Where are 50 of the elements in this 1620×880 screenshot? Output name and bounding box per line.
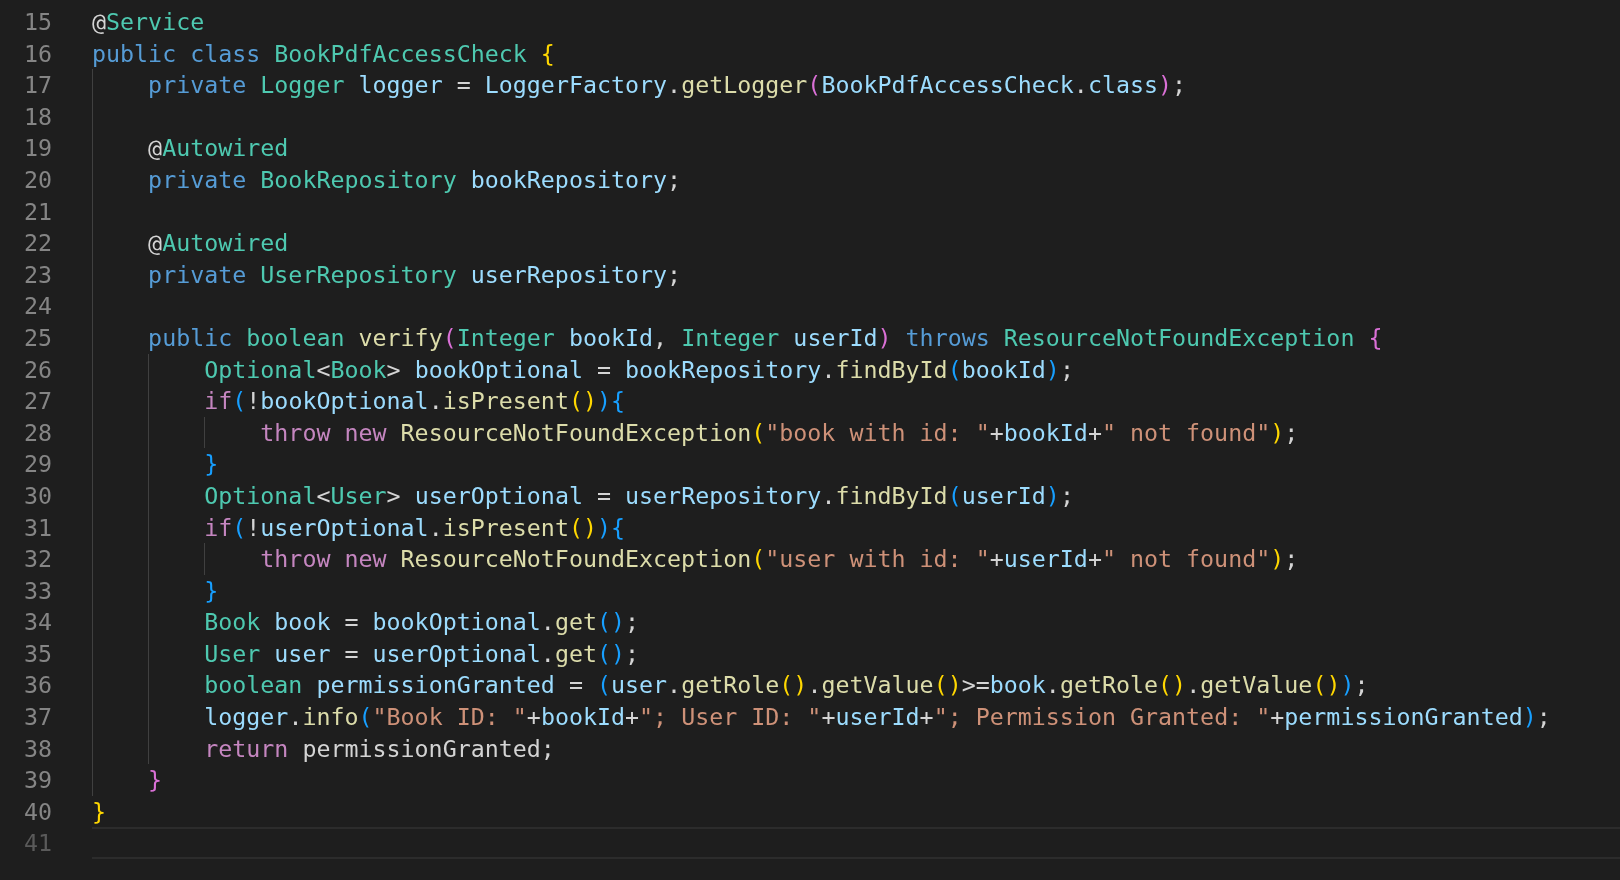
line-number: 22 — [23, 228, 52, 259]
line-number: 37 — [23, 702, 52, 733]
code-line: @Autowired — [147, 134, 289, 162]
code-line: private BookRepository bookRepository; — [147, 165, 682, 193]
line-number: 31 — [23, 512, 52, 543]
code-line: if(!userOptional.isPresent()){ — [203, 513, 626, 541]
line-number: 15 — [23, 7, 52, 37]
code-line: if(!bookOptional.isPresent()){ — [203, 387, 626, 415]
code-line: Book book = bookOptional.get(); — [203, 608, 640, 636]
code-line: private Logger logger = LoggerFactory.getLogger(BookPdfAccessCheck.class); — [147, 71, 1187, 99]
line-number: 35 — [23, 638, 52, 669]
line-number: 28 — [23, 417, 52, 448]
line-number: 34 — [23, 607, 52, 638]
code-line: throw new ResourceNotFoundException("book with id: "+bookId+" not found"); — [259, 418, 1299, 446]
line-number: 23 — [23, 259, 52, 290]
code-line: boolean permissionGranted = (user.getRole().getValue()>=book.getRole().getValue()); — [203, 671, 1369, 699]
code-line: public boolean verify(Integer bookId, Integer userId) throws ResourceNotFoundException { — [147, 323, 1383, 351]
line-number: 40 — [23, 796, 52, 827]
line-number: 41 — [23, 828, 52, 859]
code-line: @Autowired — [147, 229, 289, 257]
code-line: throw new ResourceNotFoundException("user with id: "+userId+" not found"); — [259, 545, 1299, 573]
line-number: 33 — [23, 575, 52, 606]
line-number: 16 — [23, 38, 52, 69]
line-number: 26 — [23, 354, 52, 385]
line-number: 17 — [23, 70, 52, 101]
code-line: return permissionGranted; — [203, 734, 555, 762]
line-number: 36 — [23, 670, 52, 701]
code-line: @Service — [92, 8, 205, 35]
line-number: 20 — [23, 164, 52, 195]
line-number: 19 — [23, 133, 52, 164]
code-line: logger.info("Book ID: "+bookId+"; User ID: "+userId+"; Permission Granted: "+permissionGranted); — [203, 703, 1551, 731]
code-line: Optional<User> userOptional = userRepository.findById(userId); — [203, 481, 1074, 509]
line-number: 25 — [23, 322, 52, 353]
code-line: } — [203, 450, 219, 478]
line-number: 18 — [23, 101, 52, 132]
code-line: } — [92, 797, 107, 825]
line-number: 32 — [23, 544, 52, 575]
code-line: private UserRepository userRepository; — [147, 260, 682, 288]
code-line: public class BookPdfAccessCheck { — [92, 39, 555, 67]
line-number: 24 — [23, 291, 52, 322]
line-number: 21 — [23, 196, 52, 227]
line-number: 39 — [23, 765, 52, 796]
line-number: 29 — [23, 449, 52, 480]
code-line: User user = userOptional.get(); — [203, 639, 640, 667]
line-number: 30 — [23, 480, 52, 511]
code-line: } — [203, 576, 219, 604]
line-number: 27 — [23, 386, 52, 417]
code-line: } — [147, 766, 163, 794]
line-number: 38 — [23, 733, 52, 764]
code-line: Optional<Book> bookOptional = bookRepository.findById(bookId); — [203, 355, 1074, 383]
